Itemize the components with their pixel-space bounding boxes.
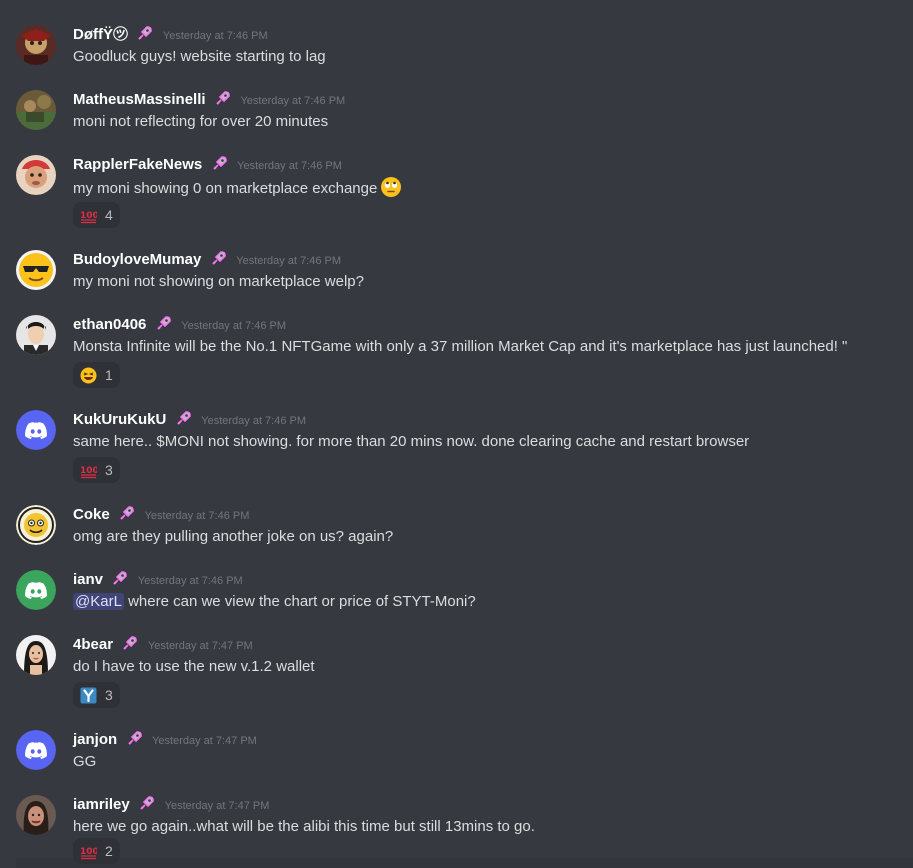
message-text: Monsta Infinite will be the No.1 NFTGame… bbox=[73, 338, 848, 355]
user-avatar[interactable] bbox=[16, 90, 56, 130]
grinning-squinting-face-icon bbox=[80, 367, 97, 383]
username[interactable]: ethan0406 bbox=[73, 316, 146, 333]
username[interactable]: iamriley bbox=[73, 796, 130, 813]
server-boost-icon[interactable] bbox=[112, 570, 128, 586]
message-text: here we go again..what will be the alibi… bbox=[73, 818, 535, 835]
message-timestamp: Yesterday at 7:46 PM bbox=[162, 30, 268, 42]
reaction-button[interactable]: 3 bbox=[73, 682, 120, 708]
user-avatar[interactable] bbox=[16, 505, 56, 545]
message-text: Goodluck guys! website starting to lag bbox=[73, 48, 326, 65]
message-hover-highlight bbox=[16, 858, 913, 868]
reaction-count: 3 bbox=[105, 687, 113, 703]
message-timestamp: Yesterday at 7:47 PM bbox=[147, 640, 253, 652]
user-avatar[interactable] bbox=[16, 315, 56, 355]
server-boost-icon[interactable] bbox=[176, 410, 192, 426]
username[interactable]: RapplerFakeNews bbox=[73, 156, 202, 173]
user-avatar[interactable] bbox=[16, 155, 56, 195]
server-boost-icon[interactable] bbox=[139, 795, 155, 811]
reaction-button[interactable]: 100 2 bbox=[73, 838, 120, 864]
server-boost-icon[interactable] bbox=[211, 250, 227, 266]
message-text: moni not reflecting for over 20 minutes bbox=[73, 113, 329, 130]
message-timestamp: Yesterday at 7:47 PM bbox=[152, 735, 257, 747]
reaction-count: 4 bbox=[105, 207, 113, 223]
user-avatar[interactable] bbox=[16, 730, 56, 770]
username[interactable]: Coke bbox=[73, 506, 110, 523]
user-avatar[interactable] bbox=[16, 250, 56, 290]
message-text: my moni showing 0 on marketplace exchang… bbox=[73, 176, 402, 200]
user-mention[interactable]: @KarL bbox=[73, 593, 124, 610]
user-avatar[interactable] bbox=[16, 795, 56, 835]
server-boost-icon[interactable] bbox=[212, 155, 228, 171]
reaction-count: 3 bbox=[105, 462, 113, 478]
reaction-button[interactable]: 100 3 bbox=[73, 457, 120, 483]
username[interactable]: janjon bbox=[73, 731, 117, 748]
username[interactable]: KukUruKukU bbox=[73, 411, 166, 428]
message-text: GG bbox=[73, 753, 97, 770]
message-text: omg are they pulling another joke on us?… bbox=[73, 528, 394, 545]
reaction-count: 2 bbox=[105, 843, 113, 859]
username[interactable]: DøffŸ㋡ bbox=[73, 26, 128, 43]
user-avatar[interactable] bbox=[16, 635, 56, 675]
message-text-body: where can we view the chart or price of … bbox=[123, 593, 476, 610]
username[interactable]: MatheusMassinelli bbox=[73, 91, 206, 108]
server-boost-icon[interactable] bbox=[156, 315, 172, 331]
hundred-points-icon: 100 bbox=[80, 847, 97, 859]
username[interactable]: BudoyloveMumay bbox=[73, 251, 201, 268]
server-boost-icon[interactable] bbox=[119, 505, 135, 521]
server-boost-icon[interactable] bbox=[127, 730, 143, 746]
message-timestamp: Yesterday at 7:47 PM bbox=[164, 800, 270, 812]
message-timestamp: Yesterday at 7:46 PM bbox=[181, 320, 287, 332]
message-timestamp: Yesterday at 7:46 PM bbox=[240, 95, 346, 107]
message-timestamp: Yesterday at 7:46 PM bbox=[137, 575, 243, 587]
message-timestamp: Yesterday at 7:46 PM bbox=[144, 510, 250, 522]
user-avatar[interactable] bbox=[16, 410, 56, 450]
message-text: same here.. $MONI not showing. for more … bbox=[73, 433, 750, 450]
reaction-button[interactable]: 1 bbox=[73, 362, 120, 388]
message-timestamp: Yesterday at 7:46 PM bbox=[237, 160, 342, 172]
reaction-count: 1 bbox=[105, 367, 113, 383]
chat-messages: DøffŸ㋡ Yesterday at 7:46 PM Goodluck guy… bbox=[0, 0, 913, 868]
message-timestamp: Yesterday at 7:46 PM bbox=[236, 255, 342, 267]
user-avatar[interactable] bbox=[16, 570, 56, 610]
hundred-points-icon: 100 bbox=[80, 466, 97, 478]
user-avatar[interactable] bbox=[16, 25, 56, 65]
hundred-points-icon: 100 bbox=[80, 211, 97, 223]
server-boost-icon[interactable] bbox=[137, 25, 153, 41]
username[interactable]: ianv bbox=[73, 571, 103, 588]
face-with-rolling-eyes-icon[interactable] bbox=[380, 176, 402, 198]
reaction-button[interactable]: 100 4 bbox=[73, 202, 120, 228]
server-boost-icon[interactable] bbox=[215, 90, 231, 106]
username[interactable]: 4bear bbox=[73, 636, 113, 653]
message-timestamp: Yesterday at 7:46 PM bbox=[201, 415, 307, 427]
server-boost-icon[interactable] bbox=[122, 635, 138, 651]
message-text: my moni not showing on marketplace welp? bbox=[73, 273, 364, 290]
message-text-body: my moni showing 0 on marketplace exchang… bbox=[73, 180, 378, 197]
message-text: do I have to use the new v.1.2 wallet bbox=[73, 658, 315, 675]
message-text: @KarL where can we view the chart or pri… bbox=[73, 591, 476, 613]
letter-y-blue-icon bbox=[80, 687, 97, 703]
